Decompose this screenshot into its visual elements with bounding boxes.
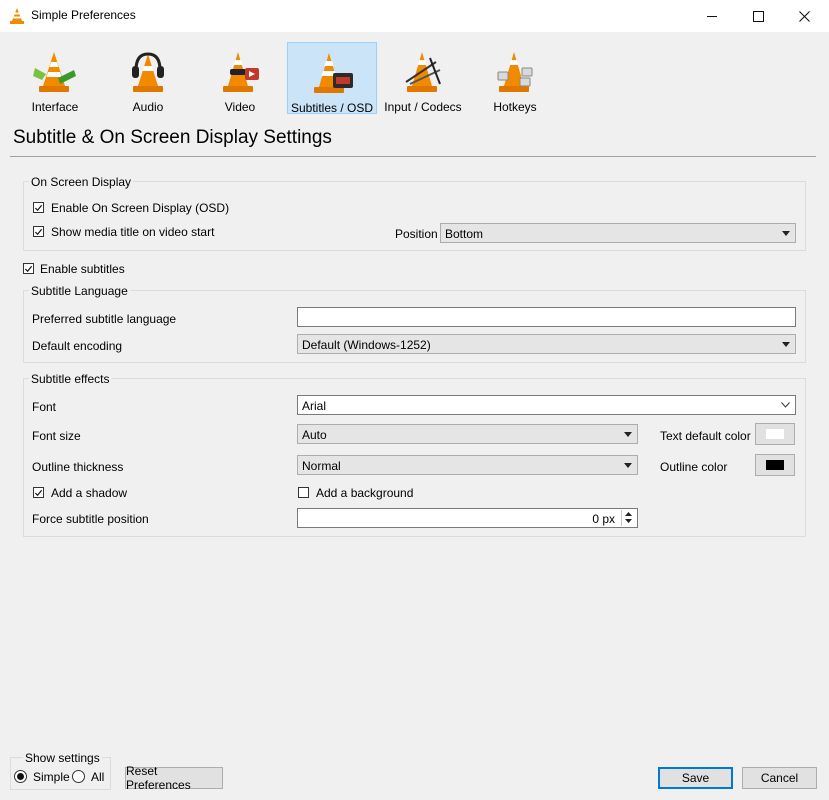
force-position-label: Force subtitle position — [32, 512, 149, 526]
outline-thickness-value: Normal — [302, 459, 341, 473]
outline-thickness-dropdown[interactable]: Normal — [297, 455, 638, 475]
show-settings-title: Show settings — [23, 751, 102, 765]
minimize-icon — [707, 15, 717, 17]
enable-subtitles-label: Enable subtitles — [40, 262, 125, 276]
video-icon — [223, 52, 259, 92]
checkmark-icon — [34, 228, 43, 235]
font-size-value: Auto — [302, 428, 327, 442]
page-title: Subtitle & On Screen Display Settings — [13, 127, 332, 148]
hotkeys-icon — [497, 52, 533, 92]
font-label: Font — [32, 400, 57, 414]
position-value: Bottom — [445, 227, 484, 241]
checkmark-icon — [34, 204, 43, 211]
osd-group-title: On Screen Display — [29, 175, 134, 189]
subtitles-osd-icon — [314, 53, 353, 93]
input-codecs-icon — [405, 52, 441, 92]
default-encoding-dropdown[interactable]: Default (Windows-1252) — [297, 334, 796, 354]
add-shadow-checkbox[interactable] — [33, 487, 44, 498]
category-label: Subtitles / OSD — [290, 101, 374, 115]
text-default-color-label: Text default color — [660, 429, 751, 443]
font-size-label: Font size — [32, 429, 81, 443]
category-label: Interface — [31, 100, 79, 114]
outline-color-label: Outline color — [660, 460, 728, 474]
force-position-value: 0 px — [592, 512, 615, 526]
position-label: Position — [395, 227, 438, 241]
show-media-title-label: Show media title on video start — [51, 225, 215, 239]
dropdown-arrow-icon — [624, 463, 632, 468]
dropdown-arrow-icon — [782, 231, 790, 236]
show-media-title-checkbox[interactable] — [33, 226, 44, 237]
add-shadow-label: Add a shadow — [51, 486, 128, 500]
category-interface[interactable]: Interface — [10, 42, 100, 114]
add-background-checkbox[interactable] — [298, 487, 309, 498]
spin-down-icon — [625, 519, 632, 523]
reset-preferences-button[interactable]: Reset Preferences — [125, 764, 223, 792]
category-video[interactable]: Video — [195, 42, 285, 114]
text-color-swatch — [766, 429, 784, 439]
outline-thickness-label: Outline thickness — [32, 460, 124, 474]
enable-osd-checkbox[interactable] — [33, 202, 44, 213]
audio-icon — [132, 52, 164, 92]
vlc-cone-icon — [8, 7, 26, 25]
default-encoding-value: Default (Windows-1252) — [302, 338, 431, 352]
category-audio[interactable]: Audio — [103, 42, 193, 114]
category-label: Input / Codecs — [384, 100, 462, 114]
checkmark-icon — [34, 489, 43, 496]
subtitle-effects-group-title: Subtitle effects — [29, 372, 112, 386]
text-color-button[interactable] — [755, 423, 795, 445]
cancel-button[interactable]: Cancel — [742, 767, 817, 789]
all-label: All — [91, 770, 105, 784]
outline-color-button[interactable] — [755, 454, 795, 476]
position-dropdown[interactable]: Bottom — [440, 223, 796, 243]
force-position-spinbox[interactable]: 0 px — [297, 508, 638, 528]
category-label: Hotkeys — [493, 100, 537, 114]
chevron-down-icon — [781, 402, 790, 408]
enable-osd-label: Enable On Screen Display (OSD) — [51, 201, 230, 215]
dropdown-arrow-icon — [624, 432, 632, 437]
close-button[interactable] — [781, 0, 827, 32]
maximize-button[interactable] — [735, 0, 781, 32]
checkmark-icon — [24, 265, 33, 272]
category-subtitles-osd[interactable]: Subtitles / OSD — [287, 42, 377, 115]
spin-buttons[interactable] — [621, 510, 636, 526]
category-label: Video — [224, 100, 256, 114]
interface-icon — [33, 52, 76, 92]
font-size-dropdown[interactable]: Auto — [297, 424, 638, 444]
window-title: Simple Preferences — [31, 8, 136, 22]
all-radio[interactable] — [72, 770, 85, 783]
outline-color-swatch — [766, 460, 784, 470]
simple-label: Simple — [33, 770, 70, 784]
add-background-label: Add a background — [316, 486, 414, 500]
spin-up-icon — [625, 512, 632, 516]
simple-radio[interactable] — [14, 770, 27, 783]
preferred-language-label: Preferred subtitle language — [32, 312, 177, 326]
font-value: Arial — [302, 399, 327, 413]
preferred-language-input[interactable] — [297, 307, 796, 327]
maximize-icon — [752, 10, 764, 22]
close-icon — [798, 10, 810, 22]
category-hotkeys[interactable]: Hotkeys — [470, 42, 560, 114]
minimize-button[interactable] — [689, 0, 735, 32]
title-separator — [10, 156, 816, 157]
category-label: Audio — [132, 100, 164, 114]
category-input-codecs[interactable]: Input / Codecs — [378, 42, 468, 114]
dropdown-arrow-icon — [782, 342, 790, 347]
radio-dot — [17, 773, 24, 780]
default-encoding-label: Default encoding — [32, 339, 123, 353]
enable-subtitles-checkbox[interactable] — [23, 263, 34, 274]
font-combobox[interactable]: Arial — [297, 395, 796, 415]
subtitle-language-group-title: Subtitle Language — [29, 284, 130, 298]
save-button[interactable]: Save — [658, 767, 733, 789]
